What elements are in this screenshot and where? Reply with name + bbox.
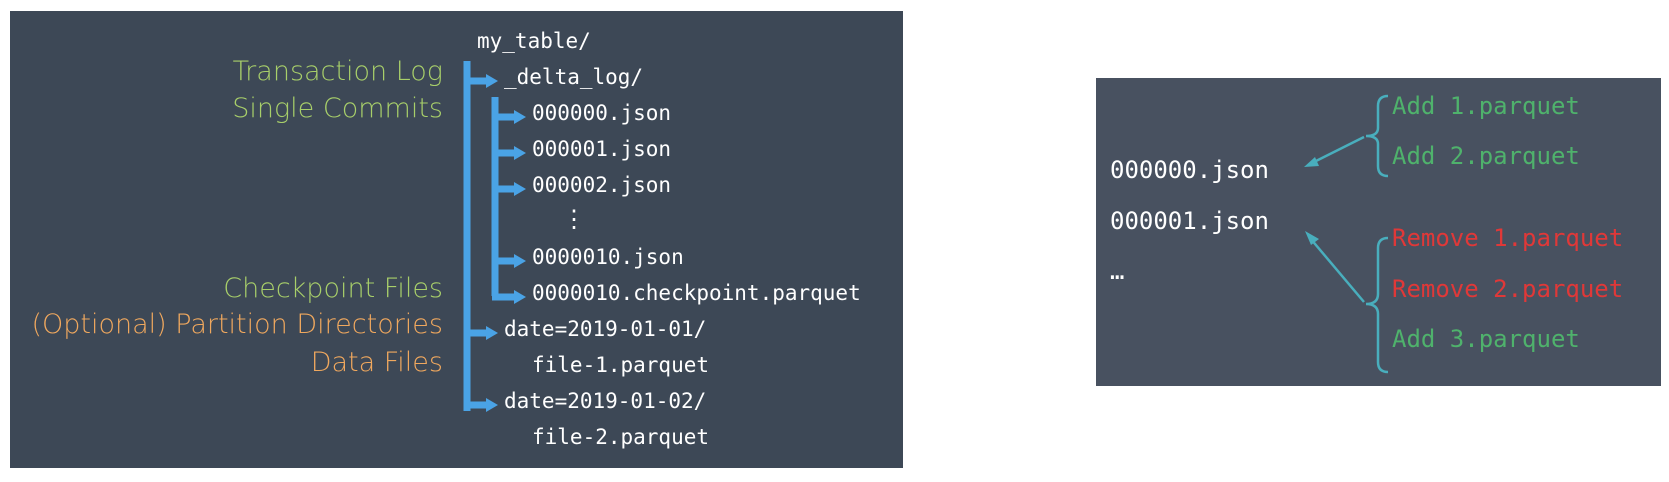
- tree-checkpoint-file: 0000010.checkpoint.parquet: [532, 281, 861, 305]
- commit-actions-panel: 000000.json 000001.json … Add 1.parquet …: [1096, 78, 1661, 386]
- data-files-label: Data Files: [310, 347, 443, 378]
- commit-json-1: 000001.json: [1110, 207, 1269, 235]
- tree-arrowhead: [486, 398, 498, 412]
- tree-arrowhead: [486, 326, 498, 340]
- tree-delta-log-dir: _delta_log/: [504, 65, 644, 89]
- commit-1-brace: [1365, 236, 1389, 374]
- tree-arrowhead: [486, 74, 498, 88]
- tree-commit-file: 000000.json: [532, 101, 672, 125]
- tree-arrowhead: [514, 110, 526, 124]
- remove-action: Remove 2.parquet: [1392, 275, 1624, 303]
- single-commits-label: Single Commits: [232, 93, 443, 124]
- commit-1-arrowhead: [1305, 231, 1319, 245]
- tree-partition-dir: date=2019-01-01/: [504, 317, 707, 341]
- tree-commit-file: 000002.json: [532, 173, 672, 197]
- commit-0-arrowhead: [1304, 157, 1319, 167]
- tree-data-file: file-2.parquet: [532, 425, 710, 449]
- commit-json-0: 000000.json: [1110, 156, 1269, 184]
- tree-commit-file: 000001.json: [532, 137, 672, 161]
- tree-arrowhead: [514, 290, 526, 304]
- tree-commit-file: 0000010.json: [532, 245, 684, 269]
- commit-1-pointer-arrow: [1309, 237, 1365, 303]
- commit-0-brace: [1365, 94, 1389, 178]
- tree-partition-dir: date=2019-01-02/: [504, 389, 707, 413]
- checkpoint-files-label: Checkpoint Files: [223, 273, 443, 304]
- commit-0-pointer-arrow: [1309, 135, 1365, 166]
- tree-data-file: file-1.parquet: [532, 353, 710, 377]
- tree-ellipsis: ⋮: [562, 205, 586, 233]
- remove-action: Remove 1.parquet: [1392, 224, 1624, 252]
- more-commits-ellipsis: …: [1110, 257, 1125, 285]
- partition-directories-label: (Optional) Partition Directories: [31, 309, 443, 340]
- tree-root-dir: my_table/: [477, 29, 591, 53]
- add-action: Add 1.parquet: [1392, 92, 1580, 120]
- add-action: Add 3.parquet: [1392, 325, 1580, 353]
- tree-arrowhead: [514, 182, 526, 196]
- add-action: Add 2.parquet: [1392, 142, 1580, 170]
- tree-arrowhead: [514, 146, 526, 160]
- tree-arrowhead: [514, 254, 526, 268]
- tree-connector-lines: [463, 61, 526, 412]
- delta-table-structure-panel: Transaction Log Single Commits Checkpoin…: [10, 11, 903, 468]
- transaction-log-label: Transaction Log: [232, 56, 443, 87]
